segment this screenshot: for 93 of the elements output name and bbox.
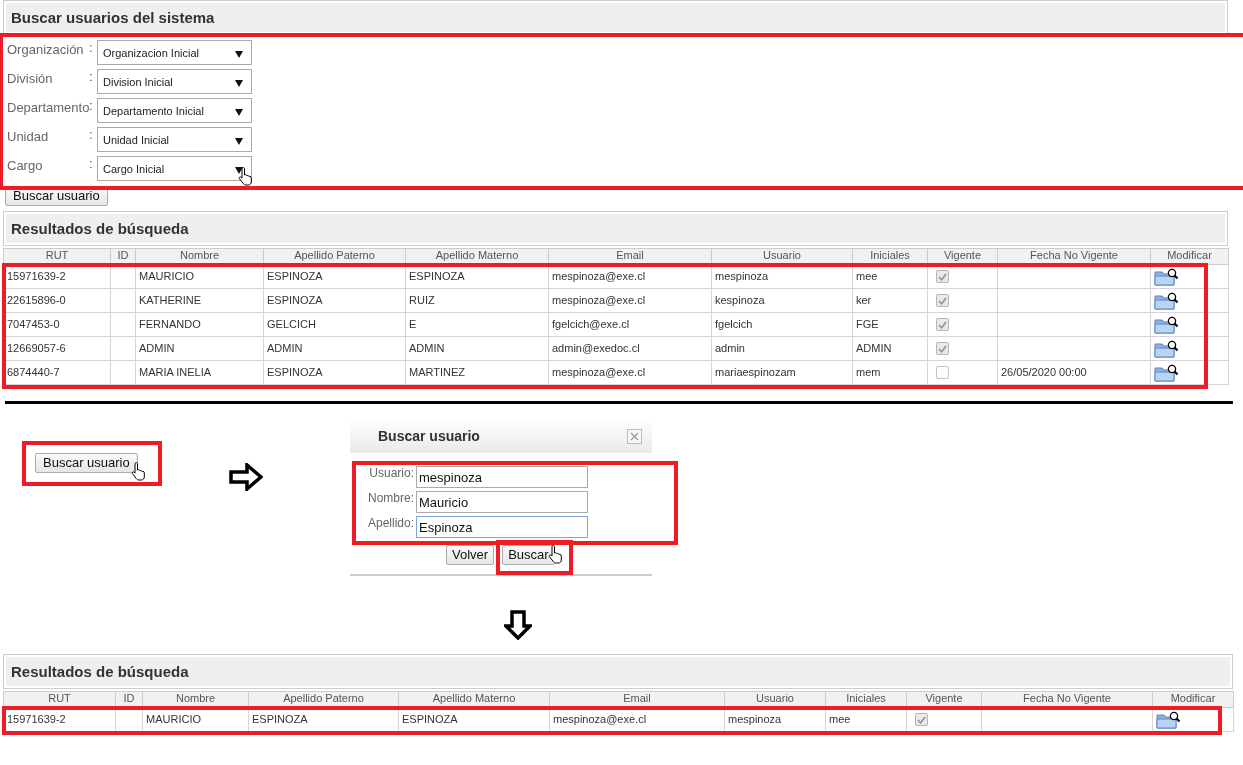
panel-title: Resultados de búsqueda bbox=[10, 219, 190, 238]
table-cell: fgelcich@exe.cl bbox=[552, 318, 630, 330]
table-cell: admin bbox=[715, 342, 745, 354]
table-cell: 7047453-0 bbox=[7, 318, 60, 330]
column-header: Modificar bbox=[1150, 248, 1229, 265]
table-cell: mariaespinozam bbox=[715, 366, 796, 378]
select-field[interactable]: Departamento Inicial bbox=[97, 98, 252, 123]
field-label: Cargo bbox=[7, 157, 44, 174]
table-cell: ADMIN bbox=[267, 342, 303, 354]
table-cell: ADMIN bbox=[139, 342, 175, 354]
separator: : bbox=[89, 69, 94, 85]
column-header: ID bbox=[110, 248, 136, 265]
column-header: Apellido Paterno bbox=[248, 691, 399, 708]
select-field[interactable]: Unidad Inicial bbox=[97, 127, 252, 152]
column-header: RUT bbox=[3, 248, 111, 265]
table-cell: kespinoza bbox=[715, 294, 765, 306]
input-field[interactable]: Mauricio bbox=[416, 491, 588, 513]
column-header: Apellido Paterno bbox=[263, 248, 406, 265]
table-cell: ker bbox=[856, 294, 872, 306]
panel-title: Buscar usuarios del sistema bbox=[10, 8, 216, 27]
column-header: Fecha No Vigente bbox=[997, 248, 1151, 265]
table-cell: mespinoza@exe.cl bbox=[552, 270, 646, 282]
table-cell: MARIA INELIA bbox=[139, 366, 212, 378]
column-header: Email bbox=[549, 691, 725, 708]
table-cell: KATHERINE bbox=[139, 294, 202, 306]
table-cell: ESPINOZA bbox=[267, 270, 323, 282]
table-cell: FGE bbox=[856, 318, 879, 330]
separator: : bbox=[89, 40, 94, 56]
table-cell: 15971639-2 bbox=[7, 270, 66, 282]
field-label: Apellido: bbox=[366, 516, 414, 531]
table-cell: mee bbox=[856, 270, 878, 282]
table-cell: ESPINOZA bbox=[402, 713, 458, 725]
panel-title: Resultados de búsqueda bbox=[10, 662, 190, 681]
column-header: Nombre bbox=[135, 248, 264, 265]
table-cell: ESPINOZA bbox=[267, 294, 323, 306]
table-cell: 26/05/2020 00:00 bbox=[1001, 366, 1087, 378]
column-header: Vigente bbox=[927, 248, 998, 265]
table-cell: mespinoza bbox=[715, 270, 769, 282]
dialog-button[interactable]: Volver bbox=[446, 545, 495, 565]
dialog-button[interactable]: Buscar bbox=[502, 545, 555, 565]
table-cell: 6874440-7 bbox=[7, 366, 60, 378]
table-cell: fgelcich bbox=[715, 318, 753, 330]
column-header: Iniciales bbox=[852, 248, 928, 265]
column-header: Iniciales bbox=[825, 691, 907, 708]
field-label: División bbox=[7, 70, 54, 87]
table-cell: 15971639-2 bbox=[7, 713, 66, 725]
table-cell: RUIZ bbox=[409, 294, 435, 306]
column-header: Usuario bbox=[724, 691, 826, 708]
table-cell: mem bbox=[856, 366, 881, 378]
table-cell: mespinoza@exe.cl bbox=[552, 294, 646, 306]
table-cell: mee bbox=[829, 713, 851, 725]
input-field[interactable]: Espinoza bbox=[416, 516, 588, 538]
search-button[interactable]: Buscar usuario bbox=[35, 453, 138, 473]
table-cell: MAURICIO bbox=[146, 713, 201, 725]
select-field[interactable]: Division Inicial bbox=[97, 69, 252, 94]
table-cell: mespinoza@exe.cl bbox=[553, 713, 647, 725]
table-cell: admin@exedoc.cl bbox=[552, 342, 640, 354]
field-label: Nombre: bbox=[367, 491, 414, 506]
field-label: Unidad bbox=[7, 128, 50, 145]
field-label: Organización bbox=[7, 41, 85, 58]
column-header: Vigente bbox=[906, 691, 982, 708]
separator: : bbox=[89, 98, 94, 113]
table-cell: GELCICH bbox=[267, 318, 316, 330]
table-cell: ESPINOZA bbox=[252, 713, 308, 725]
table-cell: mespinoza bbox=[728, 713, 782, 725]
select-field[interactable]: Cargo Inicial bbox=[97, 156, 252, 181]
table-cell: ESPINOZA bbox=[409, 270, 465, 282]
field-label: Departamento bbox=[7, 99, 89, 116]
field-label: Usuario: bbox=[368, 466, 414, 481]
column-header: Fecha No Vigente bbox=[981, 691, 1153, 708]
column-header: Apellido Materno bbox=[405, 248, 549, 265]
dialog-title: Buscar usuario bbox=[378, 427, 480, 445]
table-cell: E bbox=[409, 318, 417, 330]
separator: : bbox=[89, 127, 94, 143]
table-cell: ESPINOZA bbox=[267, 366, 323, 378]
table-cell: ADMIN bbox=[409, 342, 445, 354]
table-cell: 12669057-6 bbox=[7, 342, 66, 354]
separator: : bbox=[89, 156, 94, 172]
column-header: Email bbox=[548, 248, 712, 265]
table-cell: 22615896-0 bbox=[7, 294, 66, 306]
table-cell: FERNANDO bbox=[139, 318, 201, 330]
select-field[interactable]: Organizacion Inicial bbox=[97, 40, 252, 65]
table-cell: ADMIN bbox=[856, 342, 892, 354]
column-header: Nombre bbox=[142, 691, 249, 708]
column-header: Usuario bbox=[711, 248, 853, 265]
input-field[interactable]: mespinoza bbox=[416, 466, 588, 488]
column-header: Modificar bbox=[1152, 691, 1234, 708]
column-header: RUT bbox=[3, 691, 116, 708]
table-cell: mespinoza@exe.cl bbox=[552, 366, 646, 378]
table-cell: MARTINEZ bbox=[409, 366, 466, 378]
column-header: ID bbox=[115, 691, 143, 708]
column-header: Apellido Materno bbox=[398, 691, 550, 708]
table-cell: MAURICIO bbox=[139, 270, 194, 282]
